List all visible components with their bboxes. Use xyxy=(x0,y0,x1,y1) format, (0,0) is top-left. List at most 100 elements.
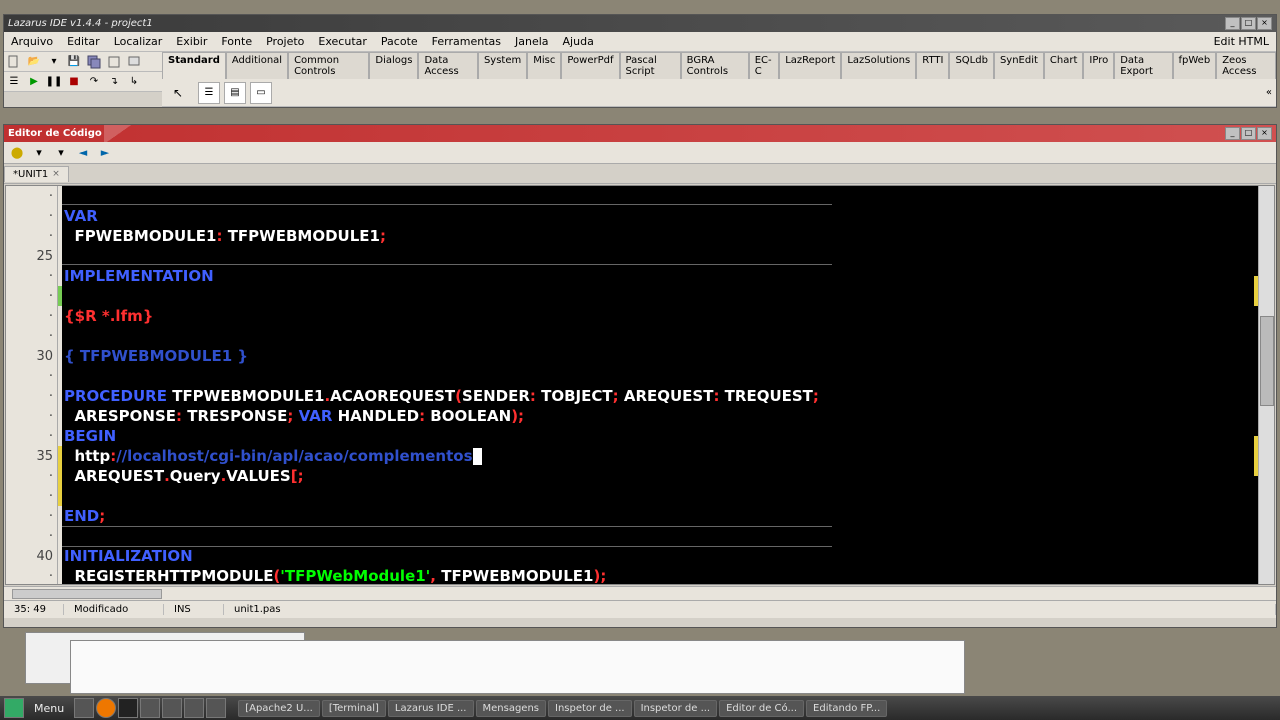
text-cursor xyxy=(473,448,482,465)
new-form-icon[interactable] xyxy=(105,53,123,71)
firefox-icon[interactable] xyxy=(96,698,116,718)
save-all-icon[interactable] xyxy=(85,53,103,71)
menu-ferramentas[interactable]: Ferramentas xyxy=(425,33,508,50)
palette-tab-ipro[interactable]: IPro xyxy=(1083,52,1114,79)
task-inspetor1[interactable]: Inspetor de ... xyxy=(548,700,632,717)
main-title-text: Lazarus IDE v1.4.4 - project1 xyxy=(8,18,1225,29)
gutter-line: · xyxy=(6,386,57,406)
start-menu-label[interactable]: Menu xyxy=(26,700,72,717)
step-out-icon[interactable]: ↳ xyxy=(125,73,143,91)
task-terminal[interactable]: [Terminal] xyxy=(322,700,386,717)
menu-edit-html[interactable]: Edit HTML xyxy=(1207,33,1276,50)
palette-tab-misc[interactable]: Misc xyxy=(527,52,561,79)
view-units-icon[interactable]: ☰ xyxy=(5,73,23,91)
new-file-icon[interactable] xyxy=(5,53,23,71)
editor-minimize-button[interactable]: _ xyxy=(1225,127,1240,140)
editor-back-icon[interactable]: ◄ xyxy=(74,144,92,162)
toggle-form-icon[interactable] xyxy=(125,53,143,71)
start-menu-icon[interactable] xyxy=(4,698,24,718)
menu-localizar[interactable]: Localizar xyxy=(107,33,170,50)
palette-tab-common-controls[interactable]: Common Controls xyxy=(288,52,369,79)
palette-tab-sqldb[interactable]: SQLdb xyxy=(949,52,994,79)
task-lazarus[interactable]: Lazarus IDE ... xyxy=(388,700,474,717)
scroll-thumb[interactable] xyxy=(1260,316,1274,406)
gutter-line: · xyxy=(6,226,57,246)
main-menubar: Arquivo Editar Localizar Exibir Fonte Pr… xyxy=(4,32,1276,52)
task-mensagens[interactable]: Mensagens xyxy=(476,700,547,717)
minimize-button[interactable]: _ xyxy=(1225,17,1240,30)
stop-icon[interactable]: ■ xyxy=(65,73,83,91)
show-desktop-icon[interactable] xyxy=(74,698,94,718)
menu-editar[interactable]: Editar xyxy=(60,33,107,50)
save-icon[interactable]: 💾 xyxy=(65,53,83,71)
gutter[interactable]: · · · 25 · · · · 30 · · · · 35 · · · · 4… xyxy=(6,186,58,584)
palette-tab-standard[interactable]: Standard xyxy=(162,52,226,79)
palette-tab-chart[interactable]: Chart xyxy=(1044,52,1083,79)
palette-tab-additional[interactable]: Additional xyxy=(226,52,288,79)
app-icon-2[interactable] xyxy=(184,698,204,718)
files-icon[interactable] xyxy=(140,698,160,718)
palette-tab-powerpdf[interactable]: PowerPdf xyxy=(561,52,619,79)
editor-titlebar[interactable]: Editor de Código _ □ × xyxy=(4,125,1276,142)
editor-close-button[interactable]: × xyxy=(1257,127,1272,140)
component-button-icon[interactable]: ▭ xyxy=(250,82,272,104)
open-file-icon[interactable]: 📂 xyxy=(25,53,43,71)
background-panel[interactable] xyxy=(70,640,965,694)
palette-tab-lazsolutions[interactable]: LazSolutions xyxy=(841,52,916,79)
code-editor[interactable]: VAR FPWEBMODULE1: TFPWEBMODULE1; IMPLEME… xyxy=(62,186,1258,584)
editor-dropdown1-icon[interactable]: ▾ xyxy=(30,144,48,162)
editor-maximize-button[interactable]: □ xyxy=(1241,127,1256,140)
menu-exibir[interactable]: Exibir xyxy=(169,33,214,50)
editor-jump-icon[interactable]: ⬤ xyxy=(8,144,26,162)
palette-tab-zeos[interactable]: Zeos Access xyxy=(1216,52,1276,79)
palette-tab-system[interactable]: System xyxy=(478,52,527,79)
palette-tab-dialogs[interactable]: Dialogs xyxy=(369,52,418,79)
palette-tab-rtti[interactable]: RTTI xyxy=(916,52,949,79)
palette-tab-pascal-script[interactable]: Pascal Script xyxy=(620,52,681,79)
dropdown-icon[interactable]: ▾ xyxy=(45,53,63,71)
palette-tab-lazreport[interactable]: LazReport xyxy=(779,52,841,79)
step-into-icon[interactable]: ↴ xyxy=(105,73,123,91)
gutter-line: · xyxy=(6,306,57,326)
palette-tab-bgra[interactable]: BGRA Controls xyxy=(681,52,749,79)
palette-tab-fpweb[interactable]: fpWeb xyxy=(1173,52,1217,79)
terminal-icon[interactable] xyxy=(118,698,138,718)
editor-tab-unit1[interactable]: *UNIT1 × xyxy=(4,166,69,182)
menu-janela[interactable]: Janela xyxy=(508,33,556,50)
gutter-line: · xyxy=(6,526,57,546)
component-popupmenu-icon[interactable]: ▤ xyxy=(224,82,246,104)
palette-expand-icon[interactable]: « xyxy=(1266,87,1272,98)
palette-tab-data-export[interactable]: Data Export xyxy=(1114,52,1172,79)
close-button[interactable]: × xyxy=(1257,17,1272,30)
code-area: · · · 25 · · · · 30 · · · · 35 · · · · 4… xyxy=(5,185,1275,585)
palette-tab-synedit[interactable]: SynEdit xyxy=(994,52,1044,79)
main-titlebar[interactable]: Lazarus IDE v1.4.4 - project1 _ □ × xyxy=(4,15,1276,32)
palette-tab-data-access[interactable]: Data Access xyxy=(418,52,477,79)
step-over-icon[interactable]: ↷ xyxy=(85,73,103,91)
app-icon-3[interactable] xyxy=(206,698,226,718)
editor-dropdown2-icon[interactable]: ▾ xyxy=(52,144,70,162)
task-apache[interactable]: [Apache2 U... xyxy=(238,700,320,717)
menu-executar[interactable]: Executar xyxy=(311,33,374,50)
horizontal-scrollbar[interactable] xyxy=(12,589,162,599)
task-editor[interactable]: Editor de Có... xyxy=(719,700,804,717)
vertical-scrollbar[interactable] xyxy=(1258,186,1274,584)
component-mainmenu-icon[interactable]: ☰ xyxy=(198,82,220,104)
run-icon[interactable]: ▶ xyxy=(25,73,43,91)
selection-tool-icon[interactable]: ↖ xyxy=(168,86,188,100)
task-inspetor2[interactable]: Inspetor de ... xyxy=(634,700,718,717)
editor-statusbar: 35: 49 Modificado INS unit1.pas xyxy=(4,600,1276,618)
maximize-button[interactable]: □ xyxy=(1241,17,1256,30)
menu-ajuda[interactable]: Ajuda xyxy=(556,33,601,50)
pause-icon[interactable]: ❚❚ xyxy=(45,73,63,91)
menu-projeto[interactable]: Projeto xyxy=(259,33,311,50)
menu-arquivo[interactable]: Arquivo xyxy=(4,33,60,50)
menu-pacote[interactable]: Pacote xyxy=(374,33,425,50)
palette-tab-ecc[interactable]: EC-C xyxy=(749,52,780,79)
run-toolbar: ☰ ▶ ❚❚ ■ ↷ ↴ ↳ xyxy=(4,72,162,92)
tab-close-icon[interactable]: × xyxy=(52,169,60,179)
editor-forward-icon[interactable]: ► xyxy=(96,144,114,162)
task-editando[interactable]: Editando FP... xyxy=(806,700,887,717)
menu-fonte[interactable]: Fonte xyxy=(214,33,259,50)
app-icon[interactable] xyxy=(162,698,182,718)
